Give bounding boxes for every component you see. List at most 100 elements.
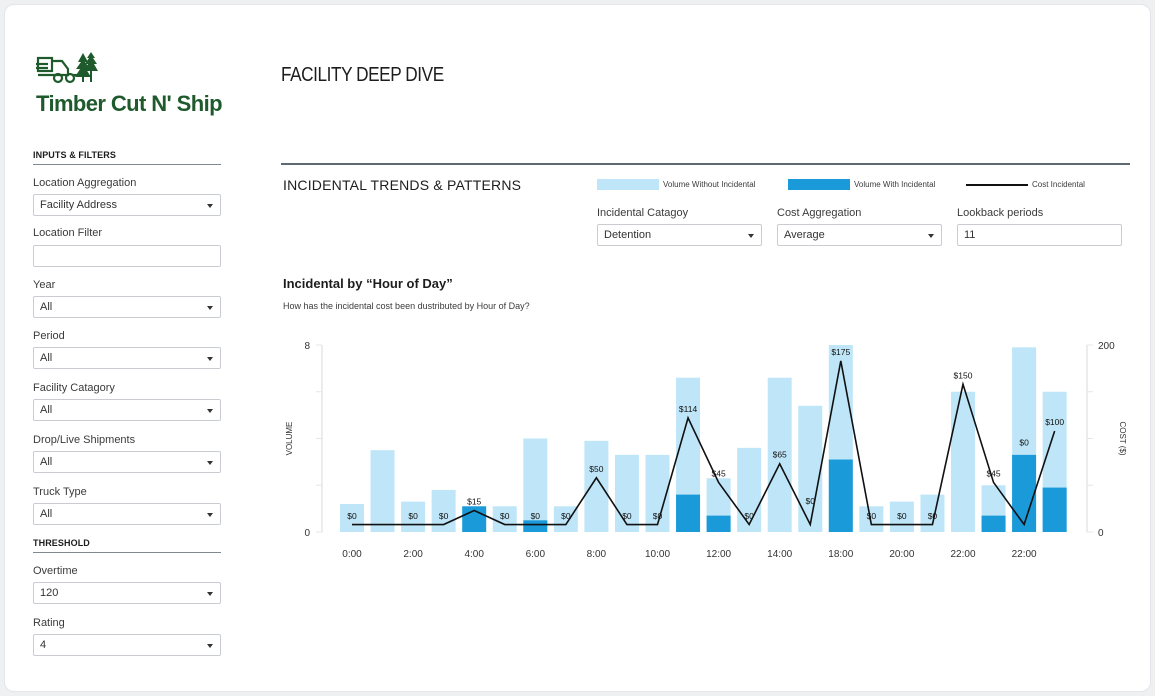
y-axis-label: VOLUME: [285, 422, 294, 456]
cost-data-label: $0: [622, 511, 632, 521]
overtime-label: Overtime: [33, 565, 78, 577]
year-value: All: [40, 301, 53, 313]
chevron-down-icon: [928, 234, 934, 238]
x-tick-label: 12:00: [706, 549, 731, 560]
x-tick-label: 22:00: [950, 549, 975, 560]
location-aggregation-value: Facility Address: [40, 199, 118, 211]
chevron-down-icon: [207, 644, 213, 648]
cost-data-label: $65: [773, 450, 787, 460]
chevron-down-icon: [207, 409, 213, 413]
drop-live-select[interactable]: All: [33, 451, 221, 473]
chevron-down-icon: [207, 306, 213, 310]
overtime-value: 120: [40, 587, 59, 599]
cost-data-label: $0: [531, 511, 541, 521]
cost-data-label: $100: [1045, 417, 1064, 427]
cost-data-label: $175: [831, 347, 850, 357]
cost-data-label: $15: [467, 496, 481, 506]
truck-type-select[interactable]: All: [33, 503, 221, 525]
incidental-category-select[interactable]: Detention: [597, 224, 762, 246]
x-tick-label: 4:00: [464, 549, 484, 560]
chart-heading: Incidental by “Hour of Day”: [283, 276, 453, 291]
legend-swatch-light: [597, 179, 659, 190]
period-select[interactable]: All: [33, 347, 221, 369]
threshold-header: THRESHOLD: [33, 538, 90, 548]
legend-swatch-dark: [788, 179, 850, 190]
incidental-hour-chart: 8 0 200 0 VOLUME COST ($) $0 $0 $0 $15 $0 $0 $0 $50 $0…: [285, 341, 1127, 560]
chart-subtitle: How has the incidental cost been dustrib…: [283, 301, 530, 311]
x-tick-label: 14:00: [767, 549, 792, 560]
legend-line-swatch: [966, 184, 1028, 186]
lookback-label: Lookback periods: [957, 207, 1044, 219]
year-label: Year: [33, 279, 56, 291]
bar-volume-with: [523, 520, 548, 532]
facility-category-value: All: [40, 404, 53, 416]
y-tick-label: 8: [304, 341, 310, 352]
location-aggregation-select[interactable]: Facility Address: [33, 194, 221, 216]
drop-live-label: Drop/Live Shipments: [33, 434, 136, 446]
bar-volume-with: [676, 494, 701, 532]
legend-volume-with: Volume With Incidental: [788, 179, 958, 190]
location-filter-label: Location Filter: [33, 227, 103, 239]
x-tick-label: 8:00: [587, 549, 607, 560]
cost-data-label: $0: [439, 511, 449, 521]
x-tick-label: 18:00: [828, 549, 853, 560]
cost-data-label: $0: [806, 496, 816, 506]
x-tick-label: 20:00: [889, 549, 914, 560]
cost-line: [352, 360, 1056, 527]
truck-with-trees-icon: [36, 52, 98, 84]
legend-label-with: Volume With Incidental: [854, 180, 936, 189]
x-tick-label: 22:00: [1012, 549, 1037, 560]
chevron-down-icon: [748, 234, 754, 238]
rating-value: 4: [40, 639, 47, 651]
bar-volume-with: [1012, 454, 1037, 532]
legend-volume-without: Volume Without Incidental: [597, 179, 777, 190]
chevron-down-icon: [207, 461, 213, 465]
location-aggregation-label: Location Aggregation: [33, 177, 137, 189]
inputs-filters-divider: [33, 164, 221, 165]
lookback-value: 11: [964, 229, 976, 241]
cost-data-label: $150: [954, 370, 973, 380]
cost-aggregation-label: Cost Aggregation: [777, 207, 862, 219]
overtime-select[interactable]: 120: [33, 582, 221, 604]
cost-data-label: $0: [347, 511, 357, 521]
facility-category-label: Facility Catagory: [33, 382, 115, 394]
cost-aggregation-select[interactable]: Average: [777, 224, 942, 246]
rating-select[interactable]: 4: [33, 634, 221, 656]
truck-type-value: All: [40, 508, 53, 520]
period-label: Period: [33, 330, 65, 342]
y-tick-label: 0: [304, 528, 310, 539]
cost-data-label: $0: [897, 511, 907, 521]
bar-volume-with: [981, 515, 1006, 532]
bar-volume-without: [584, 440, 609, 532]
chevron-down-icon: [207, 204, 213, 208]
section-title: INCIDENTAL TRENDS & PATTERNS: [283, 177, 522, 193]
lookback-input[interactable]: 11: [957, 224, 1122, 246]
brand-name: Timber Cut N' Ship: [36, 91, 223, 116]
y2-axis-label: COST ($): [1118, 421, 1127, 455]
section-divider: [281, 163, 1130, 165]
cost-data-label: $45: [986, 468, 1000, 478]
cost-data-label: $0: [408, 511, 418, 521]
rating-label: Rating: [33, 617, 65, 629]
incidental-category-label: Incidental Catagoy: [597, 207, 689, 219]
inputs-filters-header: INPUTS & FILTERS: [33, 150, 116, 160]
page-title: FACILITY DEEP DIVE: [281, 64, 444, 86]
brand-logo: [36, 52, 102, 91]
cost-data-label: $45: [712, 468, 726, 478]
legend-label-cost: Cost Incidental: [1032, 180, 1085, 189]
year-select[interactable]: All: [33, 296, 221, 318]
cost-data-label: $0: [867, 511, 877, 521]
cost-data-label: $0: [500, 511, 510, 521]
legend-cost: Cost Incidental: [966, 179, 1106, 190]
y2-tick-label: 0: [1098, 528, 1104, 539]
period-value: All: [40, 352, 53, 364]
cost-data-label: $114: [679, 404, 698, 414]
cost-data-label: $50: [589, 464, 603, 474]
chevron-down-icon: [207, 513, 213, 517]
cost-data-label: $0: [653, 511, 663, 521]
facility-category-select[interactable]: All: [33, 399, 221, 421]
bar-volume-with: [706, 515, 731, 532]
location-filter-input[interactable]: [33, 245, 221, 267]
truck-type-label: Truck Type: [33, 486, 87, 498]
x-tick-label: 2:00: [403, 549, 423, 560]
